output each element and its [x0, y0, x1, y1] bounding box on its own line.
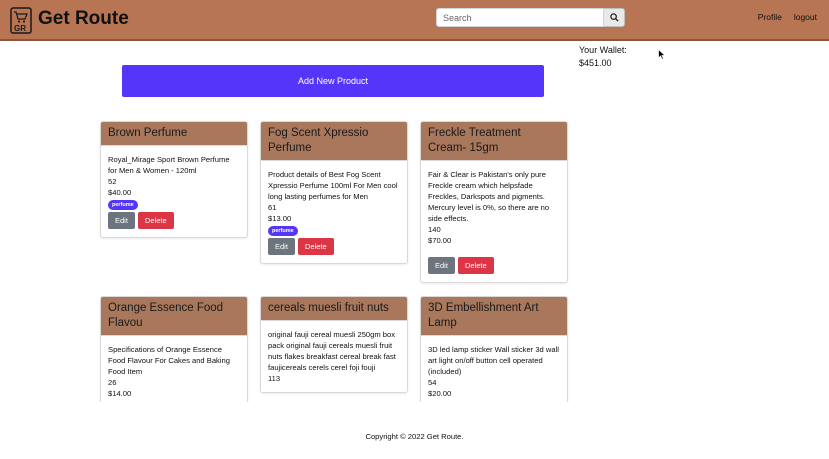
product-body: 3D led lamp sticker Wall sticker 3d wall… [421, 336, 567, 402]
product-body: Product details of Best Fog Scent Xpress… [261, 161, 407, 263]
product-price: $14.00 [108, 389, 132, 398]
product-description: Fair & Clear is Pakistan's only pure Fre… [428, 170, 550, 223]
product-title: 3D Embellishment Art Lamp [421, 297, 567, 336]
brand-name: Get Route [38, 8, 129, 29]
logout-link[interactable]: logout [794, 12, 817, 22]
product-price: $20.00 [428, 389, 452, 398]
wallet-amount: $451.00 [579, 58, 612, 68]
product-card: Brown Perfume Royal_Mirage Sport Brown P… [100, 121, 248, 238]
content-area: GR Get Route Profile logout Your Wallet:… [0, 0, 829, 402]
edit-button[interactable]: Edit [268, 238, 295, 255]
product-title: Freckle Treatment Cream- 15gm [421, 122, 567, 161]
product-body: Specifications of Orange Essence Food Fl… [101, 336, 247, 402]
product-price: $40.00 [108, 188, 132, 197]
wallet: Your Wallet: $451.00 [579, 44, 627, 70]
wallet-label: Your Wallet: [579, 45, 627, 55]
product-quantity: 61 [268, 203, 277, 212]
product-description: Specifications of Orange Essence Food Fl… [108, 345, 230, 376]
delete-button[interactable]: Delete [457, 257, 494, 274]
product-body: Fair & Clear is Pakistan's only pure Fre… [421, 161, 567, 282]
product-card: cereals muesli fruit nuts original fauji… [260, 296, 408, 393]
product-card: Orange Essence Food Flavou Specification… [100, 296, 248, 402]
search-input[interactable] [436, 8, 604, 27]
delete-button[interactable]: Delete [137, 212, 174, 229]
product-description: Royal_Mirage Sport Brown Perfume for Men… [108, 155, 230, 175]
product-body: Royal_Mirage Sport Brown Perfume for Men… [101, 146, 247, 237]
product-title: Brown Perfume [101, 122, 247, 146]
edit-button[interactable]: Edit [108, 212, 135, 229]
brand[interactable]: GR Get Route [10, 7, 129, 34]
search-icon [609, 13, 619, 22]
logo-text: GR [14, 24, 26, 33]
product-card: 3D Embellishment Art Lamp 3D led lamp st… [420, 296, 568, 402]
cart-logo-icon: GR [10, 7, 32, 34]
product-description: original fauji cereal muesli 250gm box p… [268, 330, 396, 372]
product-card: Fog Scent Xpressio Perfume Product detai… [260, 121, 408, 264]
mouse-cursor-icon [658, 47, 666, 65]
search-bar [436, 8, 625, 27]
product-title: cereals muesli fruit nuts [261, 297, 407, 321]
search-button[interactable] [604, 8, 625, 27]
product-title: Fog Scent Xpressio Perfume [261, 122, 407, 161]
product-price: $70.00 [428, 236, 452, 245]
product-body: original fauji cereal muesli 250gm box p… [261, 321, 407, 392]
nav-links: Profile logout [758, 12, 817, 22]
navbar: GR Get Route Profile logout [0, 0, 829, 41]
product-description: 3D led lamp sticker Wall sticker 3d wall… [428, 345, 559, 376]
edit-button[interactable]: Edit [428, 257, 455, 274]
product-price: $13.00 [268, 214, 292, 223]
product-quantity: 52 [108, 177, 117, 186]
product-quantity: 140 [428, 225, 441, 234]
product-quantity: 26 [108, 378, 117, 387]
product-tag-badge: perfume [108, 200, 138, 210]
card-actions: Edit Delete [268, 238, 400, 255]
product-title: Orange Essence Food Flavou [101, 297, 247, 336]
product-quantity: 54 [428, 378, 437, 387]
product-card: Freckle Treatment Cream- 15gm Fair & Cle… [420, 121, 568, 283]
card-actions: Edit Delete [428, 257, 560, 274]
delete-button[interactable]: Delete [297, 238, 334, 255]
product-tag-badge: perfume [268, 226, 298, 236]
product-description: Product details of Best Fog Scent Xpress… [268, 170, 398, 201]
product-quantity: 113 [268, 374, 281, 383]
add-new-product-button[interactable]: Add New Product [122, 65, 544, 97]
card-actions: Edit Delete [108, 212, 240, 229]
profile-link[interactable]: Profile [758, 12, 782, 22]
footer-copyright: Copyright © 2022 Get Route. [365, 432, 464, 441]
